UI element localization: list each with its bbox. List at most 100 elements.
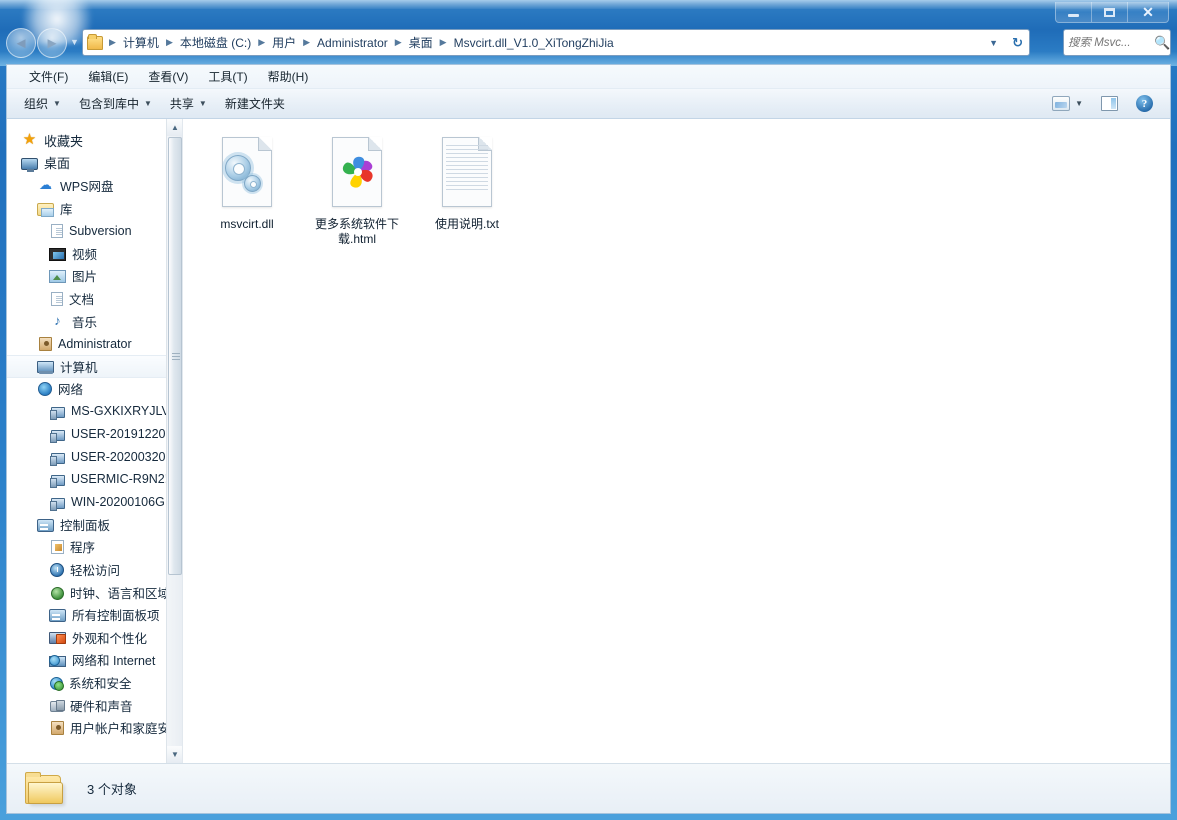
file-item-html[interactable]: 更多系统软件下载.html xyxy=(307,133,407,251)
new-folder-button[interactable]: 新建文件夹 xyxy=(216,91,294,116)
subversion-icon xyxy=(51,224,63,239)
sidebar-item-17[interactable]: 控制面板 xyxy=(7,513,182,536)
ease-of-access-icon xyxy=(50,563,64,578)
library-icon xyxy=(37,202,54,217)
sidebar-item-label: 系统和安全 xyxy=(69,677,132,692)
sidebar-item-3[interactable]: 库 xyxy=(7,197,182,220)
breadcrumb-separator: ▶ xyxy=(258,37,266,47)
sidebar-item-22[interactable]: 外观和个性化 xyxy=(7,626,182,649)
appearance-icon xyxy=(49,632,66,645)
sidebar-item-20[interactable]: 时钟、语言和区域 xyxy=(7,581,182,604)
menu-file[interactable]: 文件(F) xyxy=(19,65,78,88)
forward-arrow-icon: ► xyxy=(44,34,60,52)
chevron-up-icon: ▲ xyxy=(171,123,179,132)
body-split: ★ 收藏夹 桌面 ☁ WPS网盘库 Subversion 视频图片文档 ♪ 音乐 Administ… xyxy=(7,119,1170,763)
navigation-row: ◄ ► ▼ ▶ 计算机 ▶ 本地磁盘 (C:) ▶ 用户 ▶ Administr… xyxy=(0,26,1177,62)
menu-bar: 文件(F) 编辑(E) 查看(V) 工具(T) 帮助(H) xyxy=(7,65,1170,89)
client-area: 文件(F) 编辑(E) 查看(V) 工具(T) 帮助(H) 组织 ▼ 包含到库中… xyxy=(6,64,1171,814)
sidebar-item-label: USERMIC-R9N2! xyxy=(71,472,169,487)
sidebar-item-label: 视频 xyxy=(72,247,98,262)
address-bar[interactable]: ▶ 计算机 ▶ 本地磁盘 (C:) ▶ 用户 ▶ Administrator ▶… xyxy=(82,29,1030,56)
back-button[interactable]: ◄ xyxy=(6,28,36,58)
documents-icon xyxy=(51,291,63,306)
search-icon: 🔍 xyxy=(1154,34,1171,50)
menu-tools[interactable]: 工具(T) xyxy=(198,65,257,88)
search-box[interactable]: 🔍 xyxy=(1063,29,1171,56)
sidebar-item-18[interactable]: 程序 xyxy=(7,536,182,559)
sidebar-scrollbar[interactable]: ▲ ▼ xyxy=(166,119,182,763)
breadcrumb-item-1[interactable]: 本地磁盘 (C:) xyxy=(177,32,254,53)
sidebar-item-21[interactable]: 所有控制面板项 xyxy=(7,603,182,626)
scrollbar-thumb[interactable] xyxy=(168,137,182,575)
recent-pages-button[interactable]: ▼ xyxy=(70,38,79,47)
sidebar-item-1[interactable]: 桌面 xyxy=(7,152,182,175)
favorites-star-icon: ★ xyxy=(22,131,37,149)
desktop-icon xyxy=(21,157,38,172)
breadcrumb-item-2[interactable]: 用户 xyxy=(269,32,299,53)
forward-button[interactable]: ► xyxy=(37,28,67,58)
sidebar-item-6[interactable]: 图片 xyxy=(7,265,182,288)
sidebar-item-label: 外观和个性化 xyxy=(72,631,148,646)
pictures-icon xyxy=(49,270,66,284)
change-view-button[interactable]: ▼ xyxy=(1043,92,1092,115)
navigation-pane: ★ 收藏夹 桌面 ☁ WPS网盘库 Subversion 视频图片文档 ♪ 音乐 Administ… xyxy=(7,119,183,763)
sidebar-item-13[interactable]: USER-20191220I xyxy=(7,423,182,446)
file-name-label: 使用说明.txt xyxy=(434,217,499,231)
sidebar-item-label: 图片 xyxy=(72,270,98,285)
organize-button[interactable]: 组织 ▼ xyxy=(15,91,70,116)
sidebar-item-5[interactable]: 视频 xyxy=(7,242,182,265)
include-in-library-button[interactable]: 包含到库中 ▼ xyxy=(70,91,161,116)
scrollbar-grip-icon xyxy=(172,353,180,354)
share-button[interactable]: 共享 ▼ xyxy=(161,91,216,116)
minimize-button[interactable] xyxy=(1056,2,1092,22)
sidebar-item-14[interactable]: USER-20200320( xyxy=(7,445,182,468)
breadcrumb-separator: ▶ xyxy=(394,37,402,47)
breadcrumb-item-3[interactable]: Administrator xyxy=(314,34,391,52)
sidebar-item-19[interactable]: 轻松访问 xyxy=(7,558,182,581)
sidebar-item-24[interactable]: 系统和安全 xyxy=(7,671,182,694)
maximize-button[interactable] xyxy=(1092,2,1128,22)
menu-edit[interactable]: 编辑(E) xyxy=(78,65,138,88)
sidebar-item-25[interactable]: 硬件和声音 xyxy=(7,694,182,717)
minimize-icon xyxy=(1068,13,1079,17)
sidebar-item-label: 库 xyxy=(60,202,73,217)
network-computer-icon xyxy=(50,475,65,489)
breadcrumb-separator: ▶ xyxy=(109,37,116,47)
sidebar-item-23[interactable]: 网络和 Internet xyxy=(7,649,182,672)
menu-help[interactable]: 帮助(H) xyxy=(258,65,319,88)
sidebar-item-12[interactable]: MS-GXKIXRYJLV xyxy=(7,400,182,423)
preview-pane-button[interactable] xyxy=(1092,92,1127,115)
address-dropdown-button[interactable]: ▼ xyxy=(985,38,1006,48)
menu-view[interactable]: 查看(V) xyxy=(138,65,198,88)
scroll-down-button[interactable]: ▼ xyxy=(167,746,182,763)
sidebar-item-16[interactable]: WIN-20200106G xyxy=(7,491,182,514)
sidebar-item-26[interactable]: 用户帐户和家庭安全 xyxy=(7,716,182,739)
sidebar-item-11[interactable]: 网络 xyxy=(7,378,182,401)
help-button[interactable]: ? xyxy=(1127,91,1162,116)
gear-small-icon xyxy=(244,175,261,192)
sidebar-item-10[interactable]: 计算机 xyxy=(7,354,182,378)
sidebar-item-7[interactable]: 文档 xyxy=(7,287,182,310)
organize-label: 组织 xyxy=(24,97,49,111)
breadcrumb-item-4[interactable]: 桌面 xyxy=(406,32,436,53)
sidebar-item-label: USER-20200320( xyxy=(71,449,170,464)
sidebar-item-label: 硬件和声音 xyxy=(70,699,133,714)
sidebar-item-0[interactable]: ★ 收藏夹 xyxy=(7,129,182,152)
sidebar-item-2[interactable]: ☁ WPS网盘 xyxy=(7,174,182,197)
programs-icon xyxy=(51,540,64,555)
file-list-view[interactable]: msvcirt.dll 更多系统软件下载.html 使用说明.txt xyxy=(183,119,1170,763)
breadcrumb-item-0[interactable]: 计算机 xyxy=(120,32,162,53)
sidebar-item-9[interactable]: Administrator xyxy=(7,332,182,355)
maximize-icon xyxy=(1104,7,1115,17)
file-item-txt[interactable]: 使用说明.txt xyxy=(417,133,517,251)
scroll-up-button[interactable]: ▲ xyxy=(167,119,182,136)
sidebar-item-4[interactable]: Subversion xyxy=(7,219,182,242)
refresh-button[interactable]: ↻ xyxy=(1006,35,1029,51)
sidebar-item-15[interactable]: USERMIC-R9N2! xyxy=(7,468,182,491)
network-icon xyxy=(38,382,52,397)
sidebar-item-8[interactable]: ♪ 音乐 xyxy=(7,310,182,333)
file-item-dll[interactable]: msvcirt.dll xyxy=(197,133,297,251)
breadcrumb-item-5[interactable]: Msvcirt.dll_V1.0_XiTongZhiJia xyxy=(451,34,617,52)
close-button[interactable]: ✕ xyxy=(1128,2,1168,22)
search-input[interactable] xyxy=(1068,36,1154,49)
